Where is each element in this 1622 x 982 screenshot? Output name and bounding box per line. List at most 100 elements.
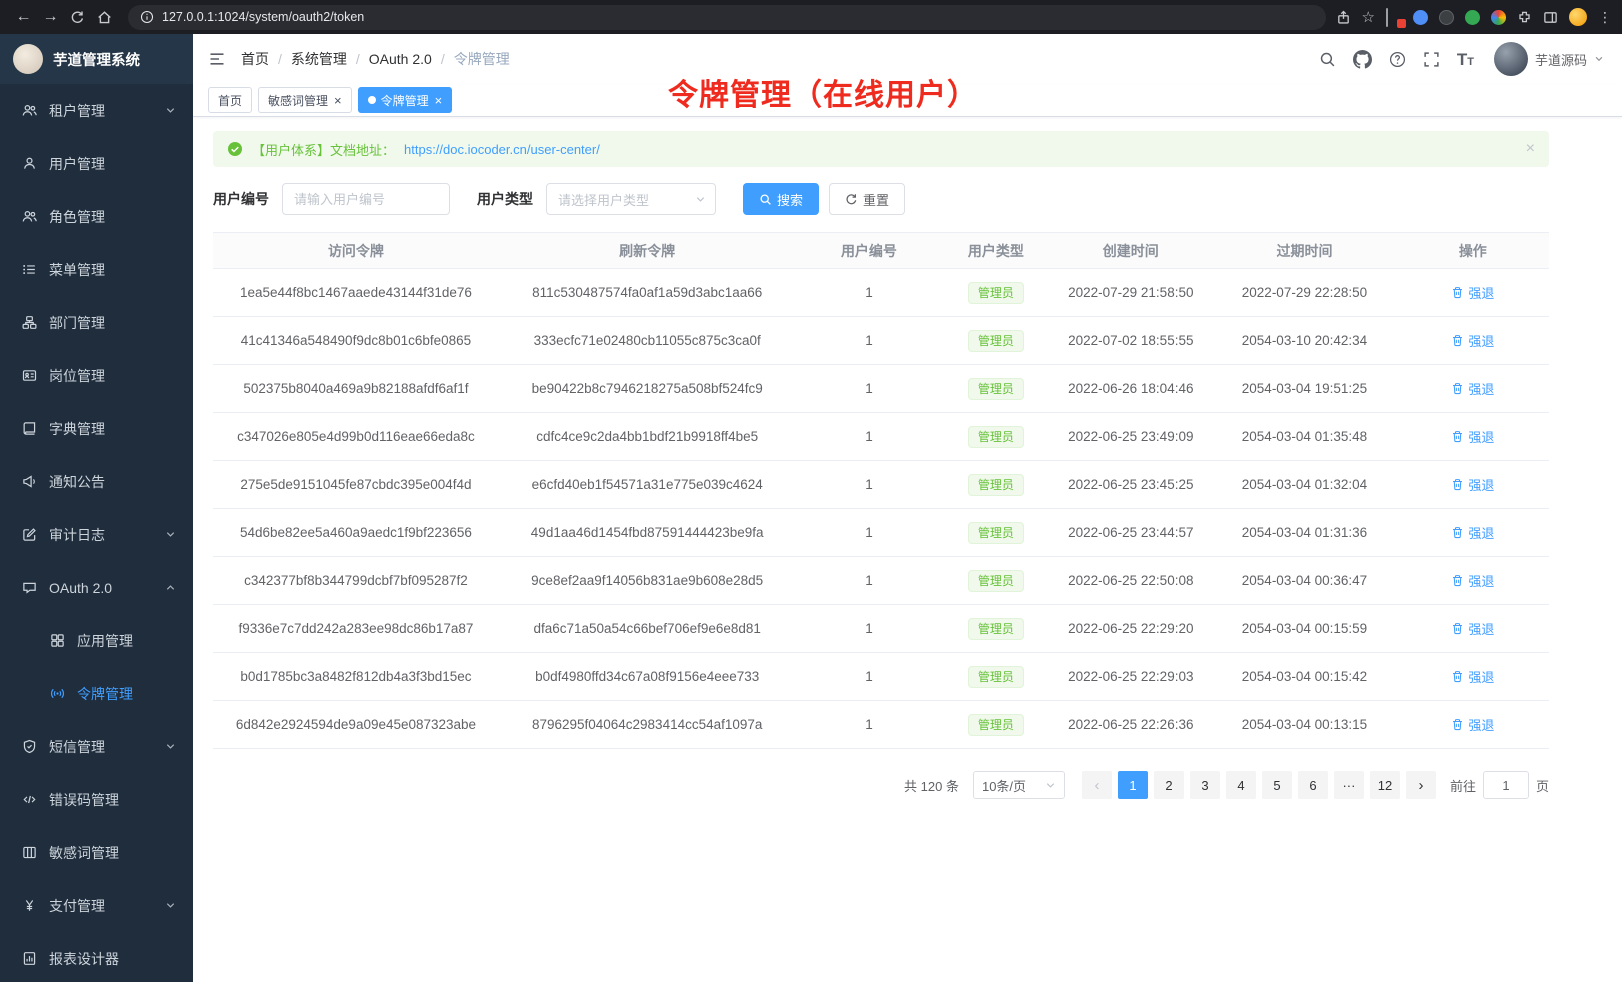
sidebar-toggle-button[interactable] xyxy=(208,50,226,68)
user-id-input[interactable] xyxy=(282,183,450,215)
user-type-cell: 管理员 xyxy=(942,269,1049,317)
browser-home-button[interactable] xyxy=(91,4,118,31)
search-button[interactable]: 搜索 xyxy=(743,183,819,215)
sidebar-item-report-designer[interactable]: 报表设计器 xyxy=(0,932,193,982)
force-logout-button[interactable]: 强退 xyxy=(1451,379,1494,398)
app-logo[interactable]: 芋道管理系统 xyxy=(0,34,193,84)
reset-button[interactable]: 重置 xyxy=(829,183,905,215)
sidebar-item-dept[interactable]: 部门管理 xyxy=(0,296,193,349)
browser-menu-button[interactable]: ⋮ xyxy=(1598,9,1612,26)
sidebar-item-role[interactable]: 角色管理 xyxy=(0,190,193,243)
tab-home[interactable]: 首页 xyxy=(208,87,252,113)
breadcrumb-separator: / xyxy=(441,51,445,67)
expire-time-cell: 2054-03-04 01:35:48 xyxy=(1212,413,1396,461)
expire-time-cell: 2022-07-29 22:28:50 xyxy=(1212,269,1396,317)
expire-time-cell: 2054-03-04 19:51:25 xyxy=(1212,365,1396,413)
page-button[interactable]: 6 xyxy=(1298,771,1328,799)
sidebar-item-oauth2-token[interactable]: 令牌管理 xyxy=(0,667,193,720)
user-type-select[interactable]: 请选择用户类型 xyxy=(546,183,716,215)
page-size-select[interactable]: 10条/页 xyxy=(973,771,1065,799)
fullscreen-button[interactable] xyxy=(1423,51,1440,68)
side-panel-button[interactable] xyxy=(1543,10,1558,25)
sidebar-item-sms[interactable]: 短信管理 xyxy=(0,720,193,773)
user-id-cell: 1 xyxy=(795,557,942,605)
force-logout-button[interactable]: 强退 xyxy=(1451,667,1494,686)
alert-close-button[interactable]: × xyxy=(1526,140,1535,158)
tab-token[interactable]: 令牌管理× xyxy=(358,87,453,113)
force-logout-button[interactable]: 强退 xyxy=(1451,475,1494,494)
page-button[interactable]: 1 xyxy=(1118,771,1148,799)
force-logout-button[interactable]: 强退 xyxy=(1451,283,1494,302)
page-button[interactable]: 12 xyxy=(1370,771,1400,799)
sidebar-item-oauth2-app[interactable]: 应用管理 xyxy=(0,614,193,667)
browser-reload-button[interactable] xyxy=(64,4,91,31)
page-button[interactable]: 2 xyxy=(1154,771,1184,799)
browser-profile-avatar[interactable] xyxy=(1569,8,1587,26)
expire-time-cell: 2054-03-04 00:15:59 xyxy=(1212,605,1396,653)
broadcast-icon xyxy=(49,686,66,701)
force-logout-button[interactable]: 强退 xyxy=(1451,427,1494,446)
sidebar-item-oauth2[interactable]: OAuth 2.0 xyxy=(0,561,193,614)
sidebar-item-dict[interactable]: 字典管理 xyxy=(0,402,193,455)
trash-icon xyxy=(1451,334,1464,347)
action-cell: 强退 xyxy=(1397,413,1549,461)
page-button[interactable]: 5 xyxy=(1262,771,1292,799)
extension-badged-icon[interactable] xyxy=(1386,9,1402,25)
bookmark-button[interactable]: ☆ xyxy=(1362,8,1375,26)
sidebar-item-error-code[interactable]: 错误码管理 xyxy=(0,773,193,826)
pager-more-button[interactable]: ··· xyxy=(1334,771,1364,799)
sidebar-item-audit-log[interactable]: 审计日志 xyxy=(0,508,193,561)
create-time-cell: 2022-06-25 23:49:09 xyxy=(1049,413,1212,461)
share-icon xyxy=(1336,10,1351,25)
sidebar: 芋道管理系统 租户管理用户管理角色管理菜单管理部门管理岗位管理字典管理通知公告审… xyxy=(0,34,193,982)
header-search-button[interactable] xyxy=(1319,51,1336,68)
close-icon[interactable]: × xyxy=(334,94,342,107)
sidebar-item-user[interactable]: 用户管理 xyxy=(0,137,193,190)
create-time-cell: 2022-06-25 23:44:57 xyxy=(1049,509,1212,557)
refresh-token-cell: e6cfd40eb1f54571a31e775e039c4624 xyxy=(499,461,796,509)
tab-sensitive-word[interactable]: 敏感词管理× xyxy=(258,87,352,113)
breadcrumb-item[interactable]: OAuth 2.0 xyxy=(369,51,432,67)
extension-green-icon[interactable] xyxy=(1465,10,1480,25)
user-menu[interactable]: 芋道源码 xyxy=(1494,42,1604,76)
browser-back-button[interactable]: ← xyxy=(10,4,37,31)
user-type-cell: 管理员 xyxy=(942,317,1049,365)
sidebar-item-tenant[interactable]: 租户管理 xyxy=(0,84,193,137)
access-token-cell: c347026e805e4d99b0d116eae66eda8c xyxy=(213,413,499,461)
browser-forward-button[interactable]: → xyxy=(37,4,64,31)
breadcrumb-item[interactable]: 系统管理 xyxy=(291,49,347,69)
breadcrumb-separator: / xyxy=(356,51,360,67)
force-logout-button[interactable]: 强退 xyxy=(1451,523,1494,542)
share-button[interactable] xyxy=(1336,10,1351,25)
sidebar-item-pay[interactable]: 支付管理 xyxy=(0,879,193,932)
goto-page-input[interactable] xyxy=(1483,771,1529,799)
close-icon[interactable]: × xyxy=(435,94,443,107)
browser-address-bar[interactable]: 127.0.0.1:1024/system/oauth2/token xyxy=(128,5,1326,30)
docs-help-button[interactable] xyxy=(1389,51,1406,68)
extension-colorful-icon[interactable] xyxy=(1491,10,1506,25)
page-button[interactable]: 3 xyxy=(1190,771,1220,799)
action-cell: 强退 xyxy=(1397,461,1549,509)
sidebar-item-sensitive-word[interactable]: 敏感词管理 xyxy=(0,826,193,879)
force-logout-button[interactable]: 强退 xyxy=(1451,331,1494,350)
prev-page-button[interactable]: ‹ xyxy=(1082,771,1112,799)
extensions-button[interactable] xyxy=(1517,10,1532,25)
doc-link[interactable]: https://doc.iocoder.cn/user-center/ xyxy=(404,142,600,157)
extension-dark-icon[interactable] xyxy=(1439,10,1454,25)
access-token-cell: 54d6be82ee5a460a9aedc1f9bf223656 xyxy=(213,509,499,557)
force-logout-button[interactable]: 强退 xyxy=(1451,715,1494,734)
next-page-button[interactable]: › xyxy=(1406,771,1436,799)
font-size-button[interactable]: TT xyxy=(1457,51,1474,68)
sidebar-item-menu[interactable]: 菜单管理 xyxy=(0,243,193,296)
github-button[interactable] xyxy=(1353,50,1372,69)
breadcrumb-item[interactable]: 首页 xyxy=(241,49,269,69)
sidebar-item-post[interactable]: 岗位管理 xyxy=(0,349,193,402)
expire-time-cell: 2054-03-04 00:13:15 xyxy=(1212,701,1396,749)
refresh-token-cell: be90422b8c7946218275a508bf524fc9 xyxy=(499,365,796,413)
sidebar-item-notice[interactable]: 通知公告 xyxy=(0,455,193,508)
force-logout-button[interactable]: 强退 xyxy=(1451,619,1494,638)
force-logout-button[interactable]: 强退 xyxy=(1451,571,1494,590)
page-button[interactable]: 4 xyxy=(1226,771,1256,799)
hamburger-icon xyxy=(208,50,226,68)
extension-blue-icon[interactable] xyxy=(1413,10,1428,25)
